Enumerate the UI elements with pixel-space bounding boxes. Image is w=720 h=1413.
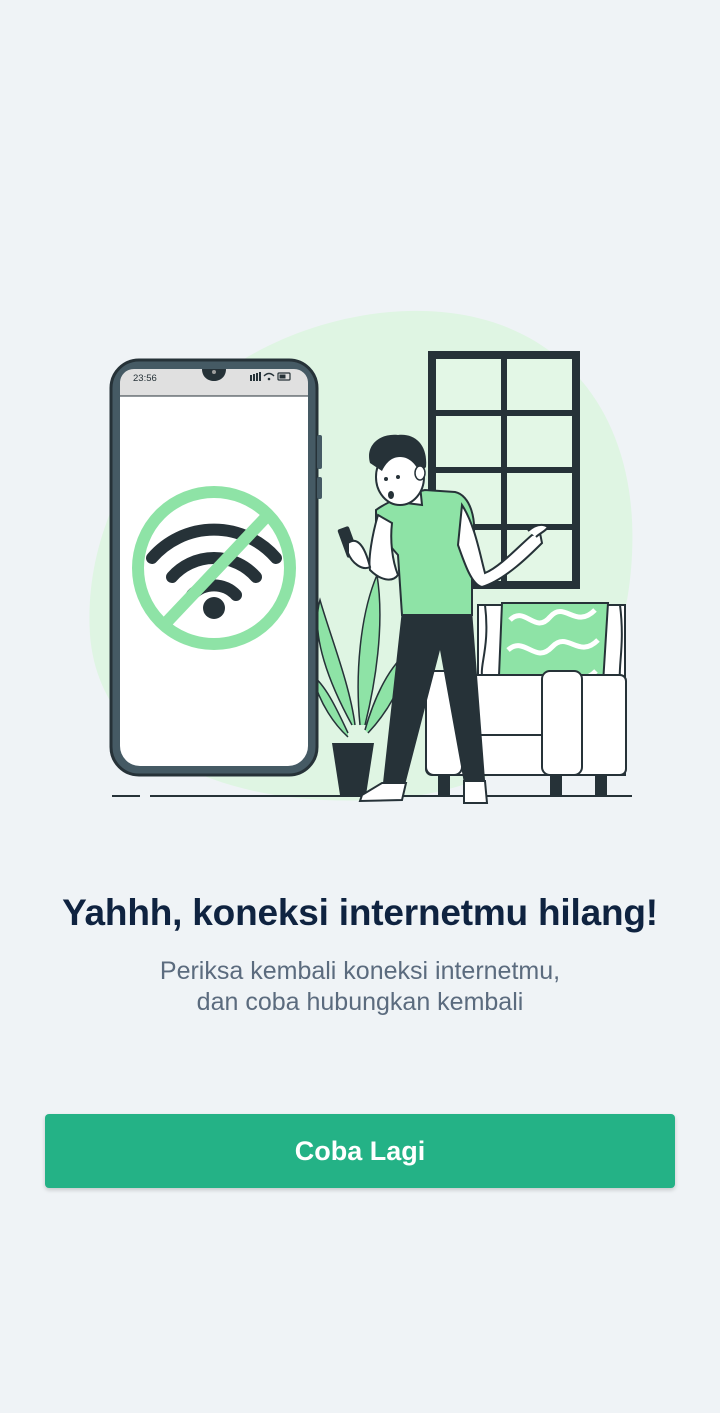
error-description-line-1: Periksa kembali koneksi internetmu,: [159, 957, 561, 985]
error-title: Yahhh, koneksi internetmu hilang!: [62, 892, 658, 933]
phone-clock: 23:56: [133, 373, 157, 384]
error-description-line-2: dan coba hubungkan kembali: [196, 988, 524, 1016]
no-connection-screen: 23:56 Yahhh, koneksi internetmu hilang! …: [0, 0, 720, 1413]
error-description: Periksa kembali koneksi internetmu, dan …: [0, 956, 720, 1018]
no-internet-illustration: 23:56: [80, 305, 650, 815]
retry-button[interactable]: Coba Lagi: [45, 1114, 675, 1188]
